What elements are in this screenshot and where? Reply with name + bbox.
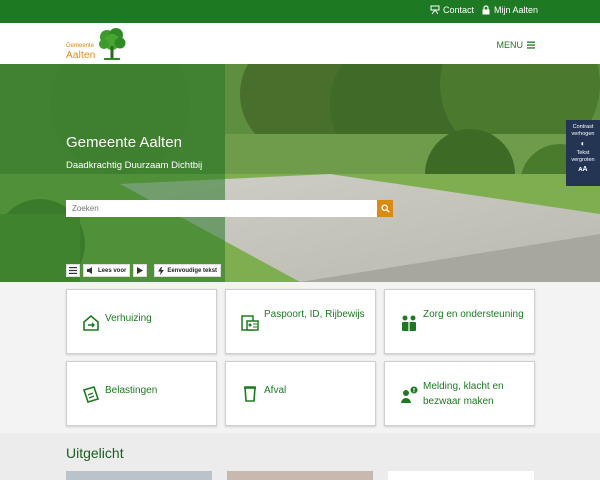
read-aloud-label: Lees voor (98, 267, 127, 274)
tile-afval[interactable]: Afval (225, 361, 376, 426)
hero-title: Gemeente Aalten (66, 134, 182, 151)
lightning-icon (158, 266, 165, 275)
trash-bin-icon (244, 386, 256, 402)
tile-label: Afval (264, 385, 287, 396)
report-person-icon (401, 386, 418, 403)
hero-banner: Gemeente Aalten Daadkrachtig Duurzaam Di… (0, 64, 600, 282)
tax-icon (82, 386, 100, 403)
logo-text-big: Aalten (66, 50, 96, 61)
contrast-icon: ◐ (580, 139, 586, 148)
simple-text-button[interactable]: Eenvoudige tekst (154, 264, 222, 277)
featured-card-image[interactable] (66, 471, 212, 480)
mijn-aalten-label: Mijn Aalten (494, 5, 539, 15)
text-size-toggle[interactable]: Tekst vergroten ᴀA (566, 147, 600, 173)
read-aloud-button[interactable]: Lees voor (83, 264, 131, 277)
tile-verhuizing[interactable]: Verhuizing (66, 289, 217, 354)
text-size-label: Tekst vergroten (571, 150, 595, 163)
tile-label: Belastingen (105, 385, 158, 396)
mijn-aalten-link[interactable]: Mijn Aalten (481, 5, 538, 15)
list-icon (69, 267, 77, 274)
contrast-label: Contrast verhogen (571, 124, 595, 137)
care-icon (402, 315, 416, 331)
contact-link[interactable]: Contact (430, 5, 474, 15)
readspeaker-bar: Lees voor Eenvoudige tekst (66, 264, 222, 277)
contact-icon (430, 5, 440, 15)
logo[interactable]: Gemeente Aalten (66, 27, 128, 61)
tile-label: Paspoort, ID, Rijbewijs (264, 309, 365, 320)
featured-section: Uitgelicht (0, 433, 600, 480)
tile-melding[interactable]: Melding, klacht en bezwaar maken (384, 361, 535, 426)
play-button[interactable] (133, 264, 148, 277)
logo-text-small: Gemeente (66, 43, 95, 49)
tile-zorg[interactable]: Zorg en ondersteuning (384, 289, 535, 354)
menu-label: MENU (496, 40, 524, 50)
contrast-toggle[interactable]: Contrast verhogen ◐ (566, 120, 600, 148)
top-bar: Contact Mijn Aalten (0, 0, 600, 23)
search-input[interactable] (66, 200, 377, 217)
tile-label: Melding, klacht en bezwaar maken (423, 381, 504, 407)
featured-title: Uitgelicht (66, 445, 124, 461)
house-arrow-icon (83, 314, 99, 331)
text-size-icon: ᴀA (578, 166, 588, 173)
hero-overlay (0, 64, 225, 282)
readspeaker-menu-button[interactable] (66, 264, 80, 277)
menu-button[interactable]: MENU (496, 40, 535, 50)
search-icon (381, 204, 390, 213)
featured-card-image[interactable] (388, 471, 534, 480)
tile-belastingen[interactable]: Belastingen (66, 361, 217, 426)
speaker-icon (87, 267, 92, 274)
tile-label: Verhuizing (105, 313, 152, 324)
search-bar (66, 200, 393, 217)
play-icon (137, 267, 144, 274)
hero-subtitle: Daadkrachtig Duurzaam Dichtbij (66, 160, 203, 171)
accessibility-panel: Contrast verhogen ◐ Tekst vergroten ᴀA (566, 120, 600, 186)
hamburger-icon (527, 41, 535, 49)
tree-logo-icon (99, 28, 126, 60)
search-button[interactable] (377, 200, 393, 217)
lock-icon (482, 5, 490, 15)
featured-card-image[interactable] (227, 471, 373, 480)
simple-text-label: Eenvoudige tekst (167, 267, 218, 274)
contact-label: Contact (443, 5, 475, 15)
site-header: Gemeente Aalten MENU (0, 23, 600, 64)
id-card-icon (241, 315, 259, 331)
tile-label: Zorg en ondersteuning (423, 309, 524, 320)
tile-paspoort[interactable]: Paspoort, ID, Rijbewijs (225, 289, 376, 354)
